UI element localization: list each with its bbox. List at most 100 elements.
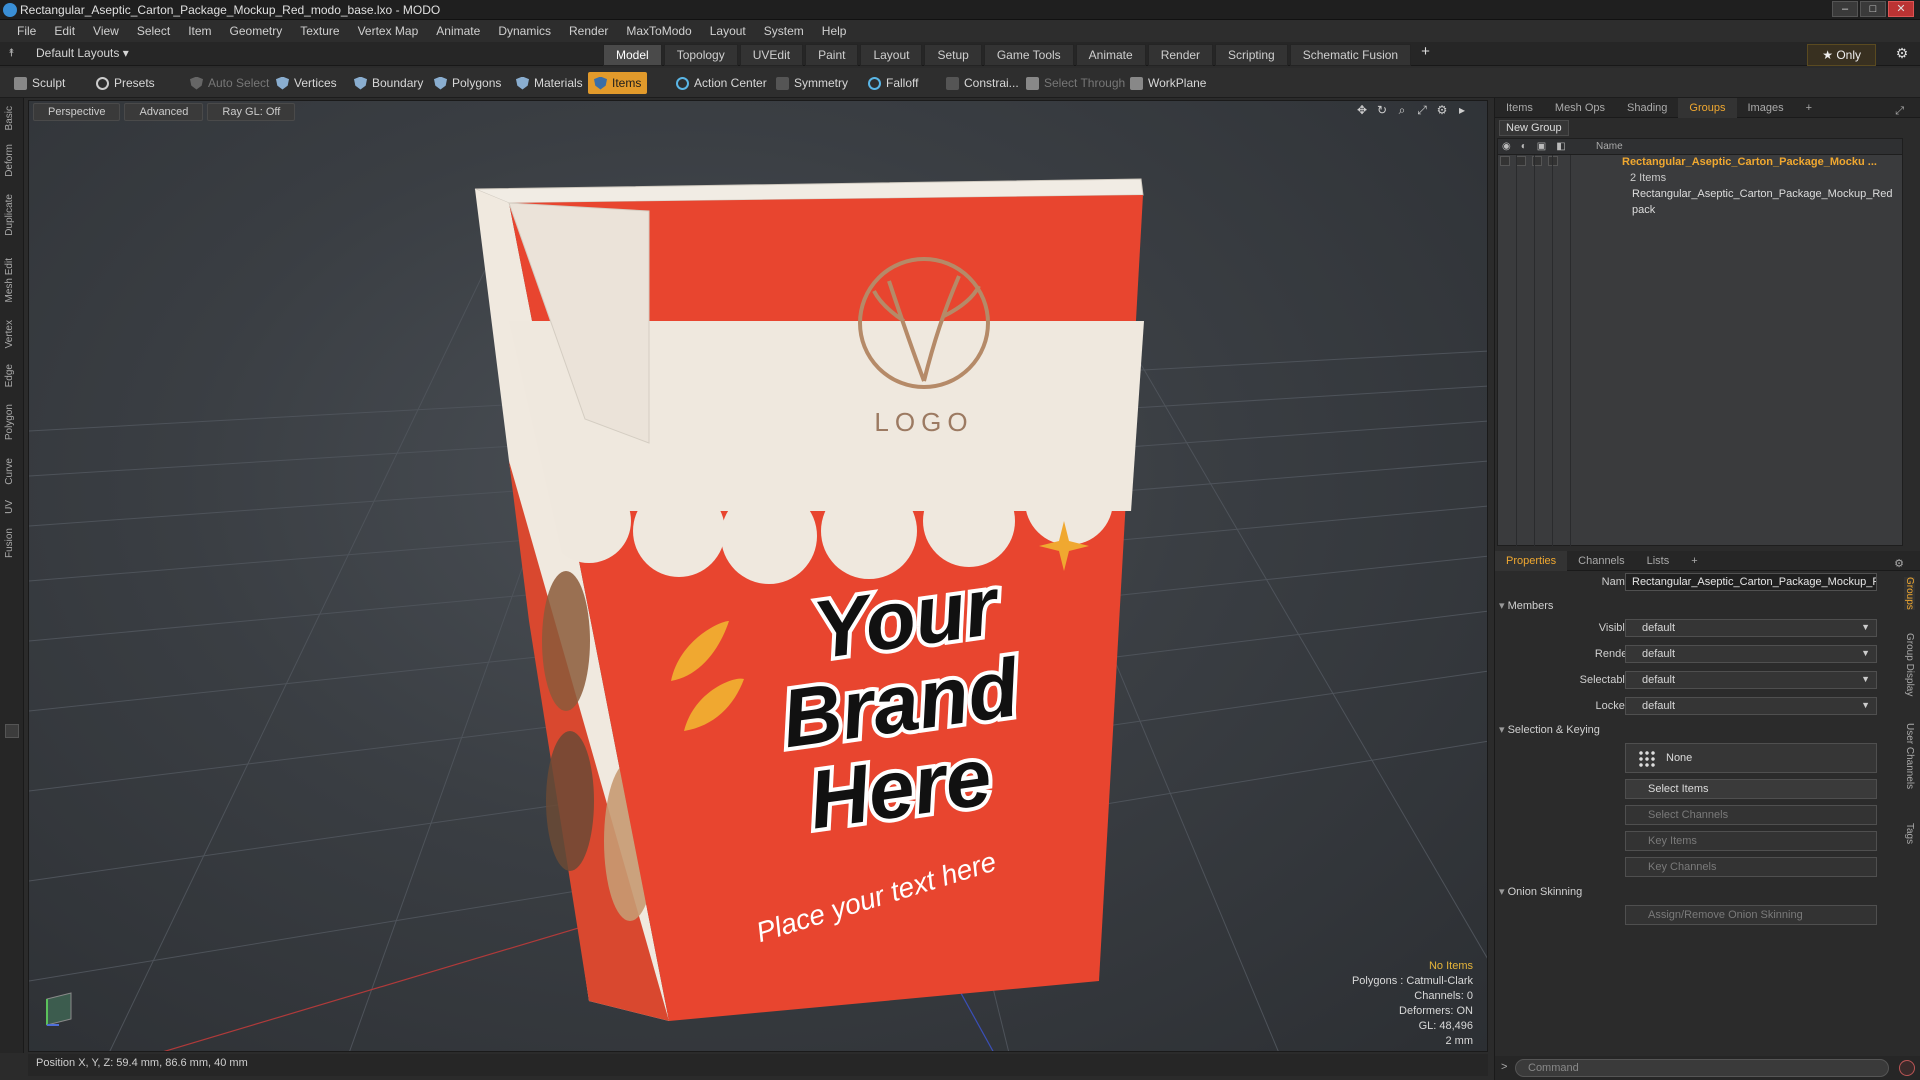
action-center-button[interactable]: Action Center (670, 72, 773, 94)
panel-expand-icon[interactable]: ⤢ (1884, 101, 1915, 121)
onion-skinning-button[interactable]: Assign/Remove Onion Skinning (1625, 905, 1877, 925)
sculpt-button[interactable]: Sculpt (8, 72, 71, 94)
left-tab-edge[interactable]: Edge (4, 364, 15, 387)
selectable-select[interactable]: default ▼ (1625, 671, 1877, 689)
render-select[interactable]: default ▼ (1625, 645, 1877, 663)
tab-render[interactable]: Render (1147, 44, 1214, 66)
menu-vertex-map[interactable]: Vertex Map (349, 24, 428, 38)
tab-lists[interactable]: Lists (1636, 551, 1681, 571)
menu-animate[interactable]: Animate (427, 24, 489, 38)
tab-uvedit[interactable]: UVEdit (739, 44, 804, 66)
left-tab-deform[interactable]: Deform (4, 144, 15, 177)
select-through-button[interactable]: Select Through (1020, 72, 1131, 94)
none-button[interactable]: None (1625, 743, 1877, 773)
name-field[interactable]: Rectangular_Aseptic_Carton_Package_Mocku… (1625, 573, 1877, 591)
vertices-button[interactable]: Vertices (270, 72, 343, 94)
visible-select[interactable]: default ▼ (1625, 619, 1877, 637)
side-tab-group-display[interactable]: Group Display (1904, 633, 1915, 696)
locked-select[interactable]: default ▼ (1625, 697, 1877, 715)
tree-row-locator[interactable]: Rectangular_Aseptic_Carton_Package_Mocku… (1498, 187, 1902, 203)
select-items-button[interactable]: Select Items (1625, 779, 1877, 799)
items-button[interactable]: Items (588, 72, 648, 94)
rotate-icon[interactable]: ↻ (1375, 103, 1389, 117)
menu-layout[interactable]: Layout (701, 24, 755, 38)
gear-icon[interactable]: ⚙ (1894, 45, 1910, 61)
maximize-button[interactable]: □ (1860, 1, 1886, 17)
pan-icon[interactable]: ✥ (1355, 103, 1369, 117)
3d-viewport[interactable]: LOGO Your Brand Here Place your text her… (28, 100, 1488, 1052)
materials-button[interactable]: Materials (510, 72, 589, 94)
menu-texture[interactable]: Texture (291, 24, 348, 38)
symmetry-button[interactable]: Symmetry (770, 72, 854, 94)
new-group-button[interactable]: New Group (1499, 120, 1569, 136)
viewport-expand-icon[interactable]: ▸ (1455, 103, 1469, 117)
menu-geometry[interactable]: Geometry (221, 24, 292, 38)
falloff-button[interactable]: Falloff (862, 72, 924, 94)
polygons-button[interactable]: Polygons (428, 72, 507, 94)
side-tab-tags[interactable]: Tags (1904, 823, 1915, 844)
left-tab-vertex[interactable]: Vertex (4, 320, 15, 348)
left-tab-curve[interactable]: Curve (4, 458, 15, 485)
left-tab-mesh-edit[interactable]: Mesh Edit (4, 258, 15, 302)
tab-mesh-ops[interactable]: Mesh Ops (1544, 98, 1616, 118)
select-icon[interactable]: ◧ (1556, 141, 1565, 152)
only-button[interactable]: ★ Only (1807, 44, 1876, 66)
tab-layout[interactable]: Layout (860, 44, 923, 66)
tab-model[interactable]: Model (603, 44, 662, 66)
tab-topology[interactable]: Topology (663, 44, 738, 66)
tab-schematic-fusion[interactable]: Schematic Fusion (1289, 44, 1412, 66)
onion-skinning-section[interactable]: Onion Skinning (1499, 885, 1583, 898)
tree-row-mesh[interactable]: pack (1498, 203, 1902, 219)
lock-icon[interactable]: ▣ (1537, 141, 1546, 152)
menu-help[interactable]: Help (813, 24, 856, 38)
tab-items[interactable]: Items (1495, 98, 1544, 118)
constraints-button[interactable]: Constrai... (940, 72, 1025, 94)
left-panel-toggle[interactable] (5, 724, 19, 738)
layout-arrow-icon[interactable]: ⯭ (8, 47, 22, 61)
auto-select-button[interactable]: Auto Select (184, 72, 275, 94)
tab-properties[interactable]: Properties (1495, 550, 1568, 571)
menu-select[interactable]: Select (128, 24, 179, 38)
workplane-button[interactable]: WorkPlane (1124, 72, 1212, 94)
zoom-icon[interactable]: ⌕ (1395, 103, 1409, 117)
maximize-view-icon[interactable]: ⤢ (1415, 103, 1429, 117)
side-tab-user-channels[interactable]: User Channels (1904, 723, 1915, 789)
eye-toggle-icon[interactable] (1500, 156, 1510, 166)
members-section[interactable]: Members (1499, 599, 1554, 612)
key-items-button[interactable]: Key Items (1625, 831, 1877, 851)
selection-keying-section[interactable]: Selection & Keying (1499, 723, 1600, 736)
menu-item[interactable]: Item (179, 24, 220, 38)
tab-paint[interactable]: Paint (805, 44, 859, 66)
menu-view[interactable]: View (84, 24, 128, 38)
presets-button[interactable]: Presets (90, 72, 161, 94)
menu-system[interactable]: System (755, 24, 813, 38)
raygl-toggle[interactable]: Ray GL: Off (207, 103, 296, 121)
key-channels-button[interactable]: Key Channels (1625, 857, 1877, 877)
select-toggle-icon[interactable] (1548, 156, 1558, 166)
carton-model[interactable]: LOGO Your Brand Here Place your text her… (29, 101, 1488, 1052)
menu-edit[interactable]: Edit (45, 24, 84, 38)
minimize-button[interactable]: – (1832, 1, 1858, 17)
left-tab-fusion[interactable]: Fusion (4, 528, 15, 558)
render-toggle-icon[interactable] (1516, 156, 1526, 166)
close-button[interactable]: ✕ (1888, 1, 1914, 17)
left-tab-polygon[interactable]: Polygon (4, 404, 15, 440)
command-history-icon[interactable] (1899, 1060, 1915, 1076)
command-input[interactable]: Command (1515, 1059, 1889, 1077)
select-channels-button[interactable]: Select Channels (1625, 805, 1877, 825)
menu-file[interactable]: File (8, 24, 45, 38)
lock-toggle-icon[interactable] (1532, 156, 1542, 166)
view-mode-dropdown[interactable]: Perspective (33, 103, 121, 121)
tab-groups[interactable]: Groups (1678, 97, 1737, 118)
tab-setup[interactable]: Setup (924, 44, 982, 66)
left-tab-uv[interactable]: UV (4, 500, 15, 514)
menu-maxtomodo[interactable]: MaxToModo (617, 24, 700, 38)
boundary-button[interactable]: Boundary (348, 72, 429, 94)
tab-shading[interactable]: Shading (1616, 98, 1678, 118)
shading-dropdown[interactable]: Advanced (124, 103, 204, 121)
add-panel-tab-button[interactable]: + (1795, 98, 1823, 118)
viewport-settings-icon[interactable]: ⚙ (1435, 103, 1449, 117)
menu-render[interactable]: Render (560, 24, 617, 38)
tab-animate[interactable]: Animate (1075, 44, 1146, 66)
tab-scripting[interactable]: Scripting (1215, 44, 1288, 66)
